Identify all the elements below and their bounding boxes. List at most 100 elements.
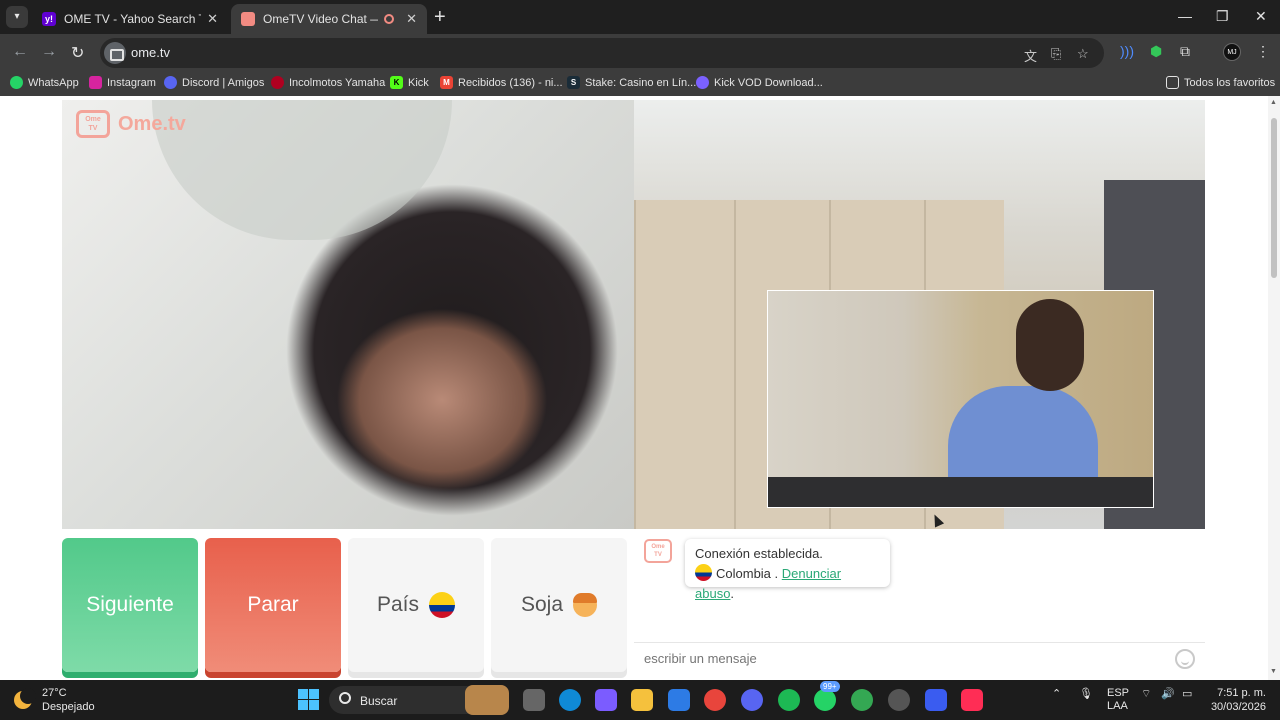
- volume-icon[interactable]: 🔊: [1161, 687, 1175, 700]
- chrome-icon[interactable]: [704, 689, 726, 711]
- stop-button[interactable]: Parar: [205, 538, 341, 672]
- tiktok-icon[interactable]: [961, 689, 983, 711]
- gmail-icon: M: [440, 76, 453, 89]
- gender-button[interactable]: Soja: [491, 538, 627, 672]
- logo-text: Ome.tv: [118, 112, 186, 135]
- kick-icon: K: [390, 76, 403, 89]
- next-button[interactable]: Siguiente: [62, 538, 198, 672]
- boy-face-icon: [573, 593, 598, 617]
- wall-panel: [634, 200, 734, 529]
- bookmarks-bar: WhatsApp Instagram Discord | Amigos Inco…: [0, 72, 1280, 96]
- country-label: País: [376, 593, 420, 616]
- bookmark-yamaha[interactable]: Incolmotos Yamaha: [271, 76, 385, 89]
- language-indicator[interactable]: ESP LAA: [1107, 687, 1129, 713]
- bookmark-kick[interactable]: K Kick: [390, 76, 429, 89]
- extensions-puzzle-icon[interactable]: ⧉: [1180, 43, 1190, 60]
- minimize-button[interactable]: —: [1178, 8, 1192, 24]
- stake-icon: S: [567, 76, 580, 89]
- chat-input-bar: [634, 642, 1205, 676]
- emoji-smiley-icon[interactable]: [1175, 649, 1195, 669]
- close-tab-icon[interactable]: ✕: [207, 11, 218, 27]
- site-info-icon[interactable]: [104, 42, 126, 64]
- extension-vpn-icon[interactable]: ⬢: [1150, 43, 1162, 60]
- tab-ometv[interactable]: OmeTV Video Chat — Alter ✕: [231, 4, 427, 34]
- room-video: [634, 100, 1205, 529]
- keyboard-layout: LAA: [1107, 700, 1128, 712]
- copilot-icon[interactable]: [595, 689, 617, 711]
- translate-icon[interactable]: 文: [1024, 46, 1037, 65]
- bookmark-label: WhatsApp: [28, 76, 79, 89]
- discord-icon[interactable]: [741, 689, 763, 711]
- next-label: Siguiente: [86, 593, 174, 616]
- new-tab-button[interactable]: +: [434, 7, 446, 27]
- microphone-icon[interactable]: 🎙: [1079, 687, 1093, 700]
- edge-icon[interactable]: [559, 689, 581, 711]
- battery-icon[interactable]: ▭: [1182, 687, 1192, 700]
- whatsapp-icon[interactable]: [814, 689, 836, 711]
- colombia-flag-icon: [429, 592, 456, 618]
- country-button[interactable]: País: [348, 538, 484, 672]
- bookmark-stake[interactable]: S Stake: Casino en Lín...: [567, 76, 696, 89]
- extension-audio-icon[interactable]: ))): [1120, 43, 1134, 59]
- back-arrow-icon[interactable]: ←: [12, 43, 28, 61]
- bookmark-label: Kick: [408, 76, 429, 89]
- tab-search-button[interactable]: ▾: [6, 6, 28, 28]
- wifi-icon[interactable]: ⌔: [1141, 687, 1151, 701]
- language-code: ESP: [1107, 687, 1130, 699]
- url-text: ome.tv: [131, 45, 171, 60]
- folder-icon: [1166, 76, 1179, 89]
- bookmark-star-icon[interactable]: ☆: [1077, 46, 1089, 62]
- moon-icon: [14, 688, 36, 709]
- search-highlight-icon[interactable]: [465, 685, 509, 715]
- windows-start-icon[interactable]: [298, 689, 319, 710]
- whatsapp-icon: [10, 76, 23, 89]
- close-window-button[interactable]: ✕: [1255, 8, 1267, 25]
- bookmark-kick-vod[interactable]: Kick VOD Download...: [696, 76, 823, 89]
- report-suffix: .: [730, 586, 735, 601]
- logo-badge-text: TV: [88, 125, 98, 132]
- scroll-down-arrow-icon[interactable]: ▼: [1270, 668, 1277, 675]
- reload-icon[interactable]: ↻: [71, 43, 84, 63]
- spotify-icon[interactable]: [778, 689, 800, 711]
- system-message: Conexión establecida. Colombia . Denunci…: [685, 539, 890, 601]
- bookmark-label: Discord | Amigos: [182, 76, 265, 89]
- bookmark-gmail[interactable]: M Recibidos (136) - ni...: [440, 76, 563, 89]
- file-explorer-icon[interactable]: [631, 689, 653, 711]
- bookmark-whatsapp[interactable]: WhatsApp: [10, 76, 79, 89]
- page-scrollbar[interactable]: ▲ ▼: [1268, 96, 1280, 680]
- bookmark-label: Incolmotos Yamaha: [289, 76, 386, 89]
- all-bookmarks[interactable]: Todos los favoritos: [1166, 76, 1275, 89]
- scroll-thumb[interactable]: [1271, 118, 1277, 278]
- instagram-icon: [89, 76, 102, 89]
- discord-icon: [164, 76, 177, 89]
- ometv-logo: Ome TV Ome.tv: [76, 110, 186, 138]
- store-icon[interactable]: [668, 689, 690, 711]
- colombia-flag-icon: [695, 564, 712, 581]
- self-camera-preview: [767, 290, 1154, 508]
- maximize-button[interactable]: ❐: [1216, 8, 1229, 25]
- bookmark-label: Instagram: [107, 76, 156, 89]
- chrome-profile-icon[interactable]: [851, 689, 873, 711]
- menu-kebab-icon[interactable]: ⋮: [1256, 43, 1270, 60]
- tray-chevron-icon[interactable]: ⌃: [1052, 687, 1061, 700]
- windows-taskbar: 27°C Despejado Buscar 99+ ⌃ 🎙 ESP LAA ⌔ …: [0, 680, 1280, 720]
- system-clock[interactable]: 7:51 p. m. 30/03/2026: [1210, 686, 1266, 714]
- tab-yahoo[interactable]: y! OME TV - Yahoo Search Tus res ✕: [32, 4, 228, 34]
- install-app-icon[interactable]: ⎘: [1051, 46, 1061, 62]
- yahoo-icon: y!: [42, 12, 56, 26]
- weather-widget[interactable]: 27°C Despejado: [14, 686, 95, 714]
- task-view-icon[interactable]: [523, 689, 545, 711]
- logo-badge-text: Ome: [651, 544, 665, 550]
- profile-avatar[interactable]: MJ: [1223, 43, 1241, 61]
- close-tab-icon[interactable]: ✕: [406, 11, 417, 27]
- app-icon[interactable]: [888, 689, 910, 711]
- bookmark-instagram[interactable]: Instagram: [89, 76, 156, 89]
- forward-arrow-icon[interactable]: →: [41, 43, 57, 61]
- scroll-up-arrow-icon[interactable]: ▲: [1270, 99, 1277, 106]
- roblox-icon[interactable]: [925, 689, 947, 711]
- logo-badge-text: TV: [654, 552, 662, 558]
- stop-label: Parar: [247, 593, 299, 616]
- message-input[interactable]: [644, 643, 1164, 673]
- address-bar[interactable]: ome.tv 文 ⎘ ☆: [100, 38, 1104, 68]
- bookmark-discord[interactable]: Discord | Amigos: [164, 76, 264, 89]
